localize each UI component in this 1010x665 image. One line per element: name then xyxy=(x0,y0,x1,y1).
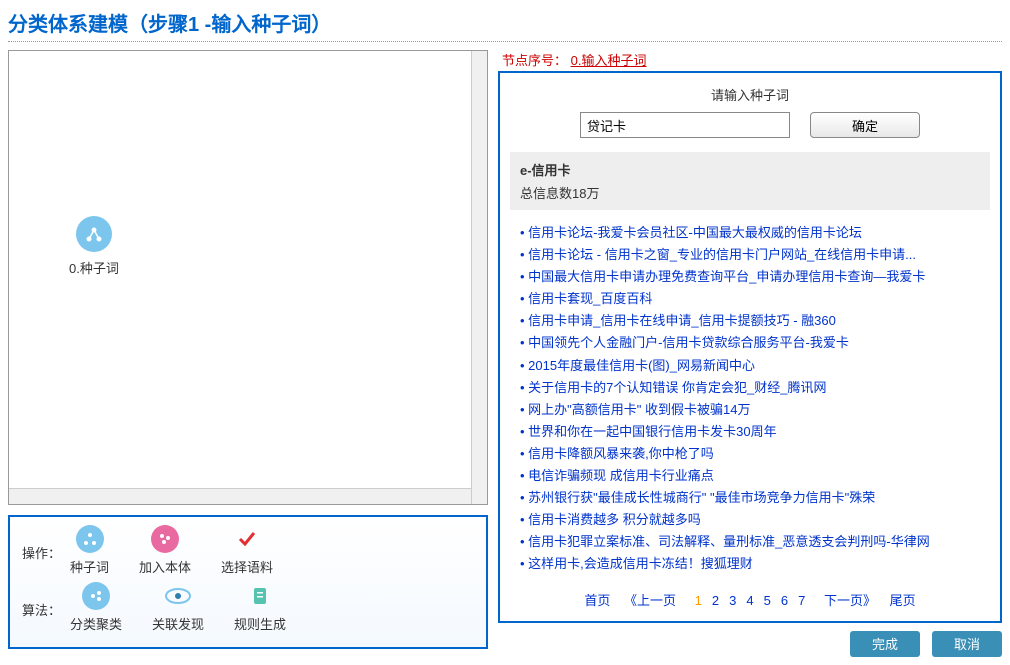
operations-panel: 操作： 种子词 加入本体 选择语料 算 xyxy=(8,515,488,649)
result-links-list: 信用卡论坛-我爱卡会员社区-中国最大最权威的信用卡论坛信用卡论坛 - 信用卡之窗… xyxy=(514,218,986,584)
cluster-icon xyxy=(82,582,110,610)
finish-button[interactable]: 完成 xyxy=(850,631,920,657)
result-link[interactable]: 2015年度最佳信用卡(图)_网易新闻中心 xyxy=(520,355,980,377)
result-link[interactable]: 这样用卡,会造成信用卡冻结！搜狐理财 xyxy=(520,553,980,575)
result-link[interactable]: 信用卡犯罪立案标准、司法解释、量刑标准_恶意透支会判刑吗-华律网 xyxy=(520,531,980,553)
algo-cluster[interactable]: 分类聚类 xyxy=(70,582,122,633)
algo-label: 算法： xyxy=(22,582,70,619)
node-header: 节点序号： 0.输入种子词 xyxy=(498,50,1002,71)
result-link[interactable]: 信用卡降额风暴来袭,你中枪了吗 xyxy=(520,443,980,465)
pagination: 首页 《上一页 1234567 下一页》 尾页 xyxy=(514,584,986,611)
tree-node-root[interactable]: 0.种子词 xyxy=(69,216,119,277)
pager-last[interactable]: 尾页 xyxy=(890,593,916,608)
pager-page[interactable]: 6 xyxy=(781,593,788,608)
pager-page[interactable]: 5 xyxy=(764,593,771,608)
op-add-ontology[interactable]: 加入本体 xyxy=(139,525,191,576)
seed-icon xyxy=(76,525,104,553)
seed-input[interactable] xyxy=(580,112,790,138)
result-link[interactable]: 信用卡申请_信用卡在线申请_信用卡提额技巧 - 融360 xyxy=(520,310,980,332)
tree-canvas[interactable]: 0.种子词 xyxy=(8,50,488,505)
input-label: 请输入种子词 xyxy=(514,85,986,104)
pager-next[interactable]: 下一页》 xyxy=(824,593,876,608)
horizontal-scrollbar[interactable] xyxy=(9,488,471,504)
check-icon xyxy=(233,525,261,553)
pager-page[interactable]: 3 xyxy=(729,593,736,608)
pager-page[interactable]: 1 xyxy=(695,593,702,608)
seed-input-panel: 请输入种子词 确定 e-信用卡 总信息数18万 信用卡论坛-我爱卡会员社区-中国… xyxy=(498,71,1002,623)
result-link[interactable]: 网上办"高额信用卡" 收到假卡被骗14万 xyxy=(520,399,980,421)
result-link[interactable]: 信用卡套现_百度百科 xyxy=(520,288,980,310)
pager-first[interactable]: 首页 xyxy=(584,593,610,608)
algo-discover[interactable]: 关联发现 xyxy=(152,582,204,633)
algo-rule[interactable]: 规则生成 xyxy=(234,582,286,633)
result-link[interactable]: 世界和你在一起中国银行信用卡发卡30周年 xyxy=(520,421,980,443)
result-link[interactable]: 关于信用卡的7个认知错误 你肯定会犯_财经_腾讯网 xyxy=(520,377,980,399)
add-icon xyxy=(151,525,179,553)
cancel-button[interactable]: 取消 xyxy=(932,631,1002,657)
pager-page[interactable]: 7 xyxy=(798,593,805,608)
confirm-button[interactable]: 确定 xyxy=(810,112,920,138)
result-link[interactable]: 信用卡消费越多 积分就越多吗 xyxy=(520,509,980,531)
op-select-corpus[interactable]: 选择语料 xyxy=(221,525,273,576)
page-title: 分类体系建模（步骤1 -输入种子词） xyxy=(8,8,1002,42)
result-link[interactable]: 中国最大信用卡申请办理免费查询平台_申请办理信用卡查询—我爱卡 xyxy=(520,266,980,288)
result-link[interactable]: 苏州银行获"最佳成长性城商行" "最佳市场竞争力信用卡"殊荣 xyxy=(520,487,980,509)
pager-prev[interactable]: 《上一页 xyxy=(624,593,676,608)
pager-page[interactable]: 2 xyxy=(712,593,719,608)
op-seed-word[interactable]: 种子词 xyxy=(70,525,109,576)
result-link[interactable]: 电信诈骗频现 成信用卡行业痛点 xyxy=(520,465,980,487)
ops-label: 操作： xyxy=(22,525,70,562)
vertical-scrollbar[interactable] xyxy=(471,51,487,504)
eye-icon xyxy=(164,582,192,610)
result-summary: e-信用卡 总信息数18万 xyxy=(510,152,990,210)
node-label: 0.种子词 xyxy=(69,258,119,277)
rule-icon xyxy=(246,582,274,610)
pager-page[interactable]: 4 xyxy=(746,593,753,608)
result-link[interactable]: 中国领先个人金融门户-信用卡贷款综合服务平台-我爱卡 xyxy=(520,332,980,354)
node-icon xyxy=(76,216,112,252)
result-link[interactable]: 信用卡论坛-我爱卡会员社区-中国最大最权威的信用卡论坛 xyxy=(520,222,980,244)
result-link[interactable]: 信用卡论坛 - 信用卡之窗_专业的信用卡门户网站_在线信用卡申请... xyxy=(520,244,980,266)
